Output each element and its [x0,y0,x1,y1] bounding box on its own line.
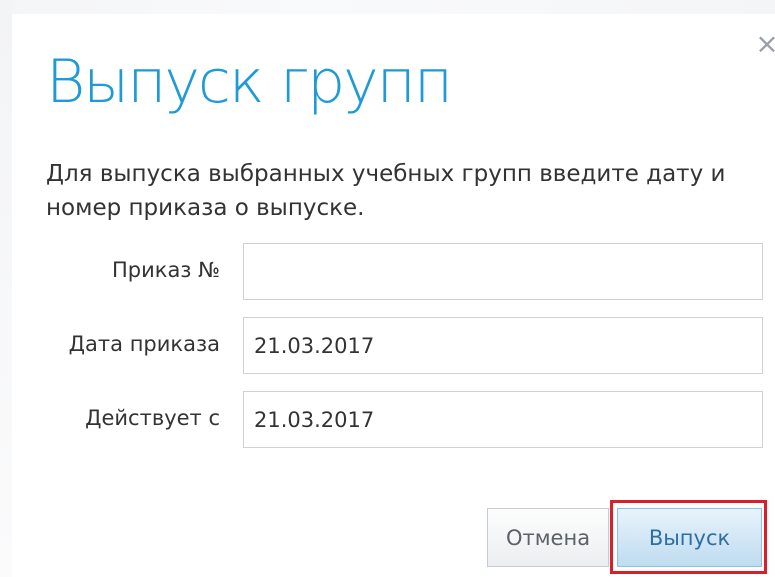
backdrop-left [0,0,12,577]
effective-from-input[interactable] [243,391,763,448]
effective-from-label: Действует с [85,406,220,430]
order-date-label: Дата приказа [68,332,220,356]
order-date-input[interactable] [243,317,763,374]
order-number-input[interactable] [243,243,763,300]
close-icon[interactable]: × [755,30,775,58]
release-button[interactable]: Выпуск [617,508,762,567]
dialog-title: Выпуск групп [46,47,453,117]
cancel-button[interactable]: Отмена [487,508,609,567]
dialog-description: Для выпуска выбранных учебных групп введ… [46,161,726,221]
release-groups-dialog: × Выпуск групп Для выпуска выбранных уче… [12,14,775,577]
order-number-label: Приказ № [111,258,220,282]
